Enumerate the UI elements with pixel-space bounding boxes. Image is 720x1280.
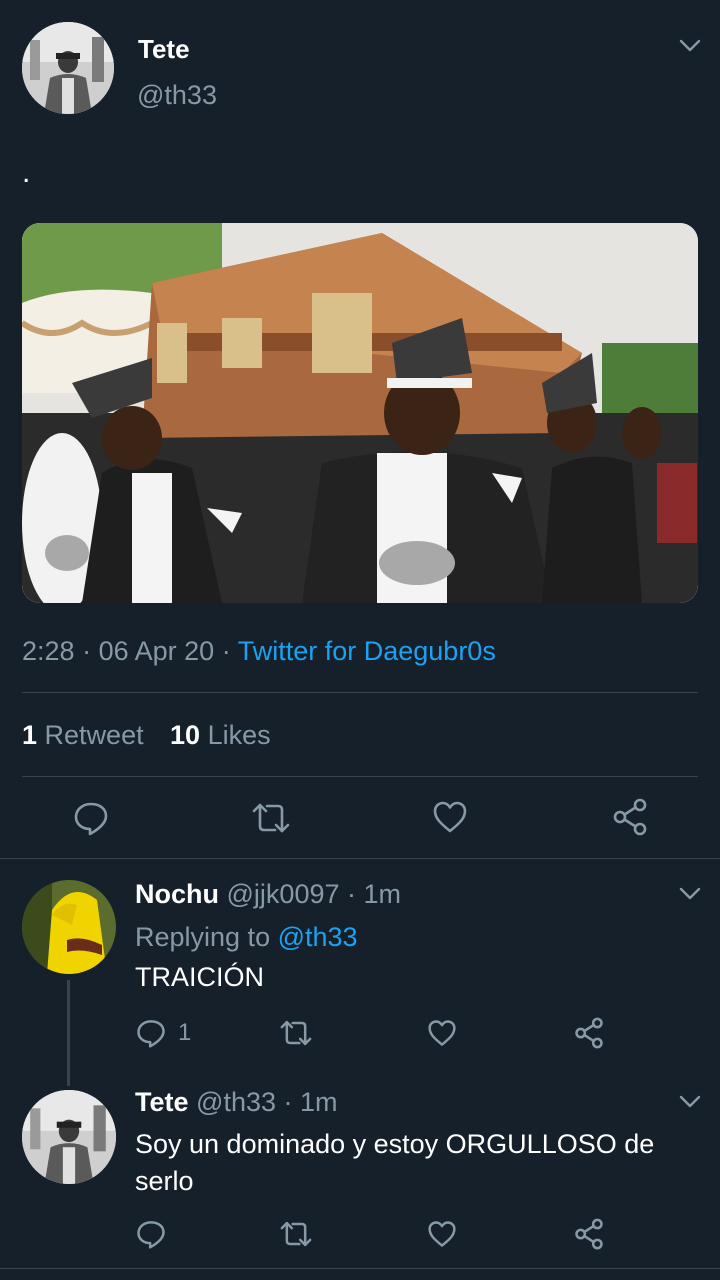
author-name[interactable]: Nochu: [135, 879, 219, 909]
reply-icon[interactable]: [136, 1018, 166, 1048]
like-stat[interactable]: 10 Likes: [170, 720, 271, 751]
reply-icon[interactable]: [136, 1219, 166, 1249]
replying-to-link[interactable]: @th33: [278, 922, 358, 952]
tweet-time: 2:28: [22, 636, 75, 666]
share-icon[interactable]: [574, 1017, 604, 1049]
heart-icon[interactable]: [432, 800, 468, 834]
divider: [22, 776, 698, 777]
retweet-label: Retweet: [44, 720, 144, 750]
like-label: Likes: [207, 720, 271, 750]
reply-count: 1: [178, 1019, 192, 1046]
reply-text: TRAICIÓN: [135, 962, 265, 992]
divider: [0, 858, 720, 859]
author-name[interactable]: Tete: [135, 1087, 189, 1117]
heart-icon[interactable]: [427, 1019, 457, 1047]
retweet-count: 1: [22, 720, 38, 750]
chevron-down-icon[interactable]: [679, 1095, 701, 1109]
replying-to: Replying to @th33: [135, 922, 358, 953]
like-count: 10: [170, 720, 201, 750]
author-handle[interactable]: @th33: [137, 80, 217, 111]
retweet-icon[interactable]: [279, 1219, 313, 1249]
retweet-icon[interactable]: [279, 1018, 313, 1048]
tweet-date: 06 Apr 20: [98, 636, 215, 666]
avatar[interactable]: [22, 1090, 116, 1184]
reply-text-line: Soy un dominado y estoy ORGULLOSO de: [135, 1129, 655, 1159]
chevron-down-icon[interactable]: [679, 39, 701, 53]
tweet-timestamp-line: 2:28 · 06 Apr 20 · Twitter for Daegubr0s: [22, 636, 496, 667]
separator: ·: [82, 636, 92, 666]
separator: ·: [283, 1087, 293, 1117]
chevron-down-icon[interactable]: [679, 887, 701, 901]
author-handle[interactable]: @th33: [196, 1087, 276, 1117]
reply-header: Nochu @jjk0097 · 1m: [135, 879, 401, 910]
avatar[interactable]: [22, 880, 116, 974]
share-icon[interactable]: [574, 1218, 604, 1250]
tweet-text: .: [22, 156, 31, 189]
reply-text: Soy un dominado y estoy ORGULLOSO de ser…: [135, 1126, 654, 1200]
reply-time: 1m: [363, 879, 402, 909]
share-icon[interactable]: [612, 798, 648, 836]
retweet-stat[interactable]: 1 Retweet: [22, 720, 144, 751]
reply-icon[interactable]: [73, 800, 109, 836]
avatar[interactable]: [22, 22, 114, 114]
divider: [22, 692, 698, 693]
divider: [0, 1268, 720, 1269]
reply-text-line: serlo: [135, 1166, 194, 1196]
author-handle[interactable]: @jjk0097: [227, 879, 340, 909]
heart-icon[interactable]: [427, 1220, 457, 1248]
reply-time: 1m: [300, 1087, 338, 1117]
replying-prefix: Replying to: [135, 922, 271, 952]
thread-line: [67, 980, 70, 1086]
retweet-icon[interactable]: [251, 800, 291, 836]
reply-header: Tete @th33 · 1m: [135, 1087, 338, 1118]
separator: ·: [221, 636, 231, 666]
tweet-source-link[interactable]: Twitter for Daegubr0s: [238, 636, 496, 666]
separator: ·: [347, 879, 357, 909]
tweet-media[interactable]: [22, 223, 698, 603]
author-name[interactable]: Tete: [138, 34, 190, 65]
